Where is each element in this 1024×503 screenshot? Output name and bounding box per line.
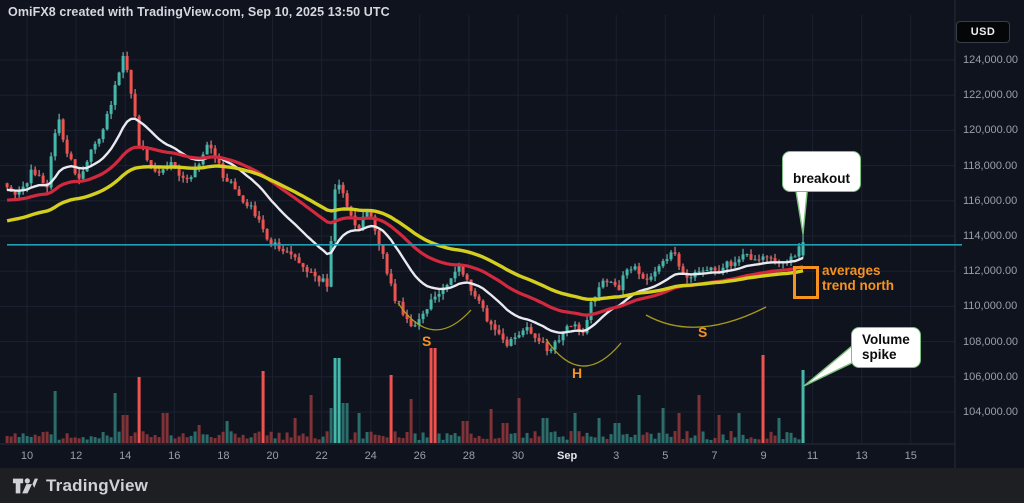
time-axis-label: 28 [463, 450, 475, 462]
price-axis-label: 120,000.00 [963, 124, 1018, 136]
volume-spike-line1: Volume [862, 332, 910, 347]
time-axis-label: 24 [365, 450, 377, 462]
ma-slow-line[interactable] [7, 166, 803, 299]
averages-highlight-box[interactable] [793, 266, 819, 299]
time-axis-label: Sep [557, 450, 577, 462]
price-axis-label: 114,000.00 [963, 230, 1017, 242]
price-axis-label: 122,000.00 [963, 89, 1018, 101]
time-axis-label: 3 [613, 450, 619, 462]
price-axis-label: 124,000.00 [963, 54, 1018, 66]
right-shoulder-label: S [698, 324, 707, 340]
tradingview-brand-link[interactable]: TradingView [12, 476, 148, 496]
time-axis-label: 16 [168, 450, 180, 462]
breakout-callout-text: breakout [793, 171, 850, 186]
price-axis-label: 110,000.00 [963, 300, 1017, 312]
time-axis-label: 9 [760, 450, 766, 462]
averages-note-line1: averages [822, 263, 881, 278]
price-axis-label: 104,000.00 [963, 406, 1018, 418]
tradingview-chart-window: OmiFX8 created with TradingView.com, Sep… [0, 0, 1024, 503]
pattern-arc[interactable] [398, 303, 471, 330]
time-axis-label: 13 [856, 450, 868, 462]
left-shoulder-label: S [422, 333, 431, 349]
volume-spike-callout[interactable]: Volumespike [851, 327, 921, 368]
head-label: H [572, 365, 582, 381]
price-axis-label: 106,000.00 [963, 371, 1018, 383]
averages-note[interactable]: averagestrend north [822, 263, 894, 293]
price-axis-label: 112,000.00 [963, 265, 1017, 277]
price-chart-canvas[interactable] [0, 0, 1024, 468]
time-axis-label: 18 [217, 450, 229, 462]
volume-spike-line2: spike [862, 347, 897, 362]
tradingview-logo-icon [12, 476, 38, 496]
time-axis-label: 30 [512, 450, 524, 462]
price-axis-label: 116,000.00 [963, 195, 1017, 207]
time-axis-label: 11 [807, 450, 818, 462]
tradingview-brand-text: TradingView [46, 476, 148, 496]
time-axis-label: 14 [119, 450, 131, 462]
price-axis-label: 108,000.00 [963, 336, 1018, 348]
price-axis-label: 118,000.00 [963, 160, 1017, 172]
time-axis-label: 26 [414, 450, 426, 462]
footer-bar: TradingView [0, 468, 1024, 503]
pattern-arc[interactable] [546, 339, 621, 366]
currency-badge: USD [956, 21, 1010, 43]
time-axis-label: 10 [21, 450, 33, 462]
averages-note-line2: trend north [822, 278, 894, 293]
time-axis-label: 20 [266, 450, 278, 462]
time-axis-label: 15 [905, 450, 917, 462]
time-axis-label: 5 [662, 450, 668, 462]
time-axis-label: 12 [70, 450, 82, 462]
time-axis-label: 22 [315, 450, 327, 462]
breakout-callout[interactable]: breakout [782, 151, 861, 192]
time-axis-label: 7 [711, 450, 717, 462]
